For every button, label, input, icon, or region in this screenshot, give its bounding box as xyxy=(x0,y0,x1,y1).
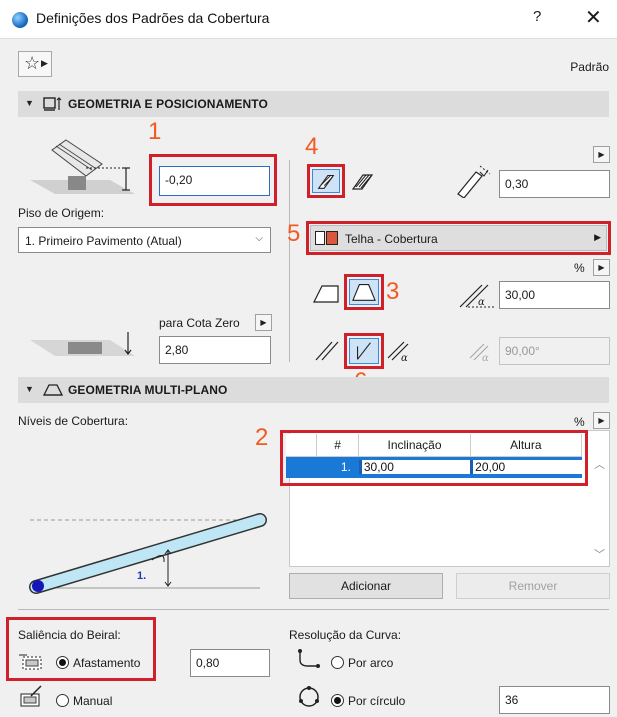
composite-structure-icon[interactable] xyxy=(348,169,376,193)
section-multi-plane-header[interactable]: ▼ GEOMETRIA MULTI-PLANO xyxy=(18,377,609,403)
to-zero-label: para Cota Zero xyxy=(159,316,240,330)
zero-level-illustration xyxy=(30,332,135,356)
row-height-cell[interactable]: 20,00 xyxy=(470,456,582,478)
reference-menu-button[interactable]: ▶ xyxy=(255,314,272,331)
chevron-down-icon: ▼ xyxy=(25,98,34,108)
header-blank xyxy=(286,434,317,457)
levels-label: Níveis de Cobertura: xyxy=(18,414,129,428)
row-height-value[interactable]: 20,00 xyxy=(470,460,582,475)
by-arc-label: Por arco xyxy=(348,656,394,670)
chevron-down-icon: ▼ xyxy=(25,384,34,394)
by-circle-label: Por círculo xyxy=(348,694,406,708)
edge-plane-icon[interactable] xyxy=(312,280,342,306)
manual-radio[interactable] xyxy=(56,694,69,707)
section-title: GEOMETRIA MULTI-PLANO xyxy=(68,383,228,397)
story-label: Piso de Origem: xyxy=(18,206,105,220)
row-marker xyxy=(286,456,317,478)
multi-plane-preview xyxy=(29,513,267,594)
home-story-select[interactable]: 1. Primeiro Pavimento (Atual) ⌵ xyxy=(18,227,271,253)
favorites-button[interactable]: ☆ ▶ xyxy=(18,51,52,77)
roof-height-illustration xyxy=(30,139,135,194)
pitch-unit-menu-button[interactable]: ▶ xyxy=(593,259,610,276)
manual-overhang-icon xyxy=(20,685,42,707)
section-geometry-positioning-header[interactable]: ▼ GEOMETRIA E POSICIONAMENTO xyxy=(18,91,609,117)
callout-1: 1 xyxy=(148,118,162,145)
offset-option-label: Afastamento xyxy=(73,656,141,670)
row-pitch-value[interactable]: 30,00 xyxy=(358,460,471,475)
edge-angle-icon: α xyxy=(469,343,489,364)
svg-text:α: α xyxy=(401,353,408,364)
row-pitch-cell[interactable]: 30,00 xyxy=(358,456,471,478)
section-divider xyxy=(18,609,609,610)
roof-height-input[interactable]: -0,20 xyxy=(159,166,270,196)
material-name: Telha - Cobertura xyxy=(345,232,438,246)
thickness-input[interactable]: 0,30 xyxy=(499,170,610,198)
svg-text:α: α xyxy=(482,353,489,364)
edge-custom-angle-icon[interactable]: α xyxy=(386,338,416,364)
star-icon: ☆ xyxy=(24,53,41,73)
roof-geometry-icon xyxy=(43,97,62,111)
home-story-value: 1. Primeiro Pavimento (Atual) xyxy=(25,234,182,248)
by-circle-radio[interactable] xyxy=(331,694,344,707)
basic-structure-icon[interactable] xyxy=(312,169,340,193)
levels-table[interactable]: # Inclinação Altura 1. 30,00 20,00 xyxy=(286,434,583,478)
window-title: Definições dos Padrões da Cobertura xyxy=(36,10,270,26)
offset-radio[interactable] xyxy=(56,656,69,669)
arrow-right-icon: ▶ xyxy=(41,58,48,68)
svg-text:α: α xyxy=(478,297,485,308)
multi-plane-roof-icon xyxy=(42,384,64,396)
header-index: # xyxy=(316,434,360,457)
thickness-icon xyxy=(457,165,491,198)
levels-unit-menu-button[interactable]: ▶ xyxy=(593,412,610,429)
edge-pitched-icon[interactable] xyxy=(349,279,379,305)
help-button[interactable]: ? xyxy=(533,8,541,25)
header-pitch: Inclinação xyxy=(358,434,471,457)
callout-4: 4 xyxy=(305,133,319,160)
material-swatch-icon xyxy=(326,231,338,245)
thickness-menu-button[interactable]: ▶ xyxy=(593,146,610,163)
callout-2: 2 xyxy=(255,424,269,451)
column-divider xyxy=(289,160,290,362)
highlight-box-eaves xyxy=(6,617,156,681)
edge-angle-input[interactable]: 90,00° xyxy=(499,337,610,365)
preview-level-label: 1. xyxy=(137,570,147,582)
row-index: 1. xyxy=(316,456,359,478)
curve-resolution-label: Resolução da Curva: xyxy=(289,628,402,642)
arc-segment-icon xyxy=(298,649,320,668)
pitch-angle-icon: α xyxy=(459,284,496,308)
edge-vertical-icon[interactable] xyxy=(349,338,379,364)
scroll-down-icon[interactable]: ﹀ xyxy=(594,546,605,562)
surface-material-select[interactable]: Telha - Cobertura ▶ xyxy=(310,225,607,251)
levels-percent-label: % xyxy=(574,415,585,429)
table-header-row: # Inclinação Altura xyxy=(286,434,583,457)
circle-segments-input[interactable]: 36 xyxy=(499,686,610,714)
preset-label: Padrão xyxy=(570,60,609,74)
title-bar: Definições dos Padrões da Cobertura ? ✕ xyxy=(0,0,617,38)
fill-icon xyxy=(315,231,325,245)
table-row[interactable]: 1. 30,00 20,00 xyxy=(286,456,582,478)
to-zero-input[interactable]: 2,80 xyxy=(159,336,271,364)
callout-5: 5 xyxy=(287,220,301,247)
add-level-button[interactable]: Adicionar xyxy=(289,573,443,599)
section-title: GEOMETRIA E POSICIONAMENTO xyxy=(68,97,268,111)
percent-label: % xyxy=(574,261,585,275)
edge-perpendicular-icon[interactable] xyxy=(312,338,342,364)
remove-level-button[interactable]: Remover xyxy=(456,573,610,599)
app-icon xyxy=(12,12,28,28)
eaves-label: Saliência do Beiral: xyxy=(18,628,121,642)
by-arc-radio[interactable] xyxy=(331,656,344,669)
circle-segment-icon xyxy=(299,686,319,707)
scroll-up-icon[interactable]: ︿ xyxy=(594,456,605,472)
chevron-down-icon: ⌵ xyxy=(255,233,263,244)
offset-input[interactable]: 0,80 xyxy=(190,649,270,677)
offset-overhang-icon xyxy=(19,654,42,670)
pitch-input[interactable]: 30,00 xyxy=(499,281,610,309)
header-height: Altura xyxy=(470,434,583,457)
close-button[interactable]: ✕ xyxy=(585,5,602,30)
arrow-right-icon: ▶ xyxy=(594,232,601,242)
manual-option-label: Manual xyxy=(73,694,113,708)
callout-3: 3 xyxy=(386,278,400,305)
